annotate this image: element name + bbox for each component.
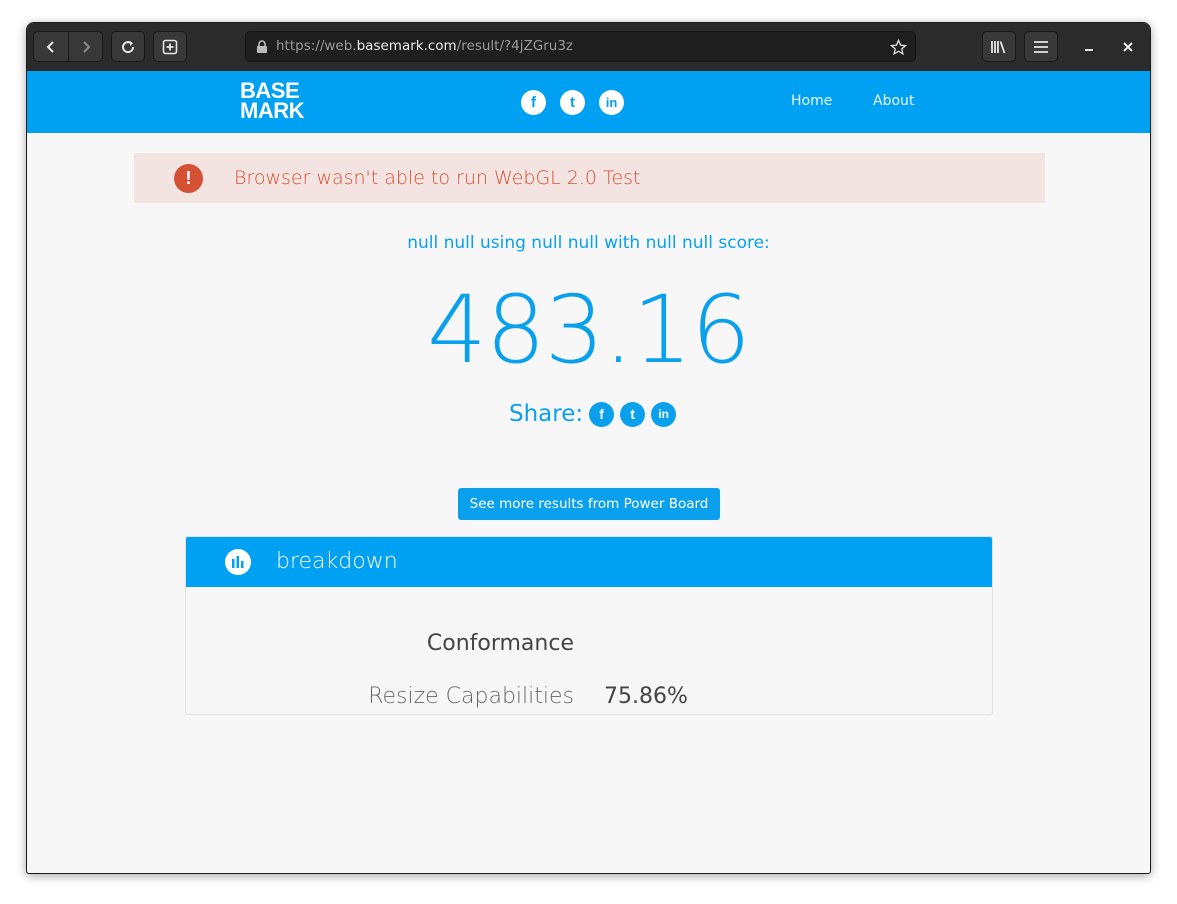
menu-button[interactable] (1024, 31, 1058, 62)
power-board-button[interactable]: See more results from Power Board (458, 488, 720, 520)
facebook-icon[interactable]: f (521, 90, 546, 115)
browser-toolbar: https://web.basemark.com/result/?4jZGru3… (27, 23, 1150, 72)
back-arrow-icon (46, 40, 54, 53)
url-path: /result/?4jZGru3z (456, 38, 574, 54)
library-icon (991, 40, 1006, 53)
linkedin-icon[interactable]: in (599, 90, 624, 115)
nav-about-link[interactable]: About (873, 93, 914, 109)
section-heading: Conformance (426, 631, 574, 656)
new-tab-button[interactable] (153, 31, 187, 62)
forward-arrow-icon (83, 40, 91, 53)
twitter-icon[interactable]: t (560, 90, 585, 115)
share-twitter-icon[interactable]: t (620, 401, 646, 427)
url-prefix: https://web. (276, 38, 357, 54)
nav-buttons (33, 31, 103, 62)
lock-icon (257, 40, 267, 53)
url-host: basemark.com (356, 38, 457, 54)
error-icon: ! (174, 164, 203, 193)
site-header: BASE MARK f t in Home About (27, 71, 1150, 133)
close-button[interactable] (1116, 35, 1140, 59)
hamburger-menu-icon (1034, 40, 1048, 53)
breakdown-row-value: 75.86% (604, 684, 688, 709)
library-button[interactable] (982, 31, 1016, 62)
result-subtitle: null null using null null with null null… (407, 233, 770, 253)
reload-button[interactable] (111, 31, 145, 62)
browser-window: https://web.basemark.com/result/?4jZGru3… (26, 22, 1151, 874)
logo-line-2: MARK (240, 98, 305, 123)
bar-chart-icon (225, 549, 251, 575)
breakdown-header[interactable]: breakdown (186, 537, 992, 587)
minimize-icon (1085, 49, 1093, 51)
back-button[interactable] (34, 32, 68, 61)
error-alert: ! Browser wasn't able to run WebGL 2.0 T… (134, 153, 1045, 203)
address-bar[interactable]: https://web.basemark.com/result/?4jZGru3… (245, 31, 916, 62)
basemark-logo[interactable]: BASE MARK (240, 80, 305, 123)
result-score: 483.16 (427, 276, 751, 385)
bookmark-star-icon[interactable] (890, 39, 907, 56)
url-text: https://web.basemark.com/result/?4jZGru3… (276, 38, 573, 54)
minimize-button[interactable] (1077, 35, 1101, 59)
close-icon (1123, 42, 1133, 52)
share-linkedin-icon[interactable]: in (651, 401, 677, 427)
share-facebook-icon[interactable]: f (589, 401, 615, 427)
new-tab-icon (162, 39, 178, 54)
reload-icon (122, 40, 135, 53)
nav-home-link[interactable]: Home (791, 93, 832, 109)
share-row: Share: f t in (509, 401, 677, 427)
breakdown-row-label: Resize Capabilities (368, 684, 574, 709)
share-label: Share: (509, 401, 584, 427)
alert-message: Browser wasn't able to run WebGL 2.0 Tes… (234, 167, 641, 189)
breakdown-panel: breakdown Conformance Resize Capabilitie… (185, 536, 993, 715)
forward-button[interactable] (69, 32, 103, 61)
breakdown-title: breakdown (276, 549, 398, 574)
